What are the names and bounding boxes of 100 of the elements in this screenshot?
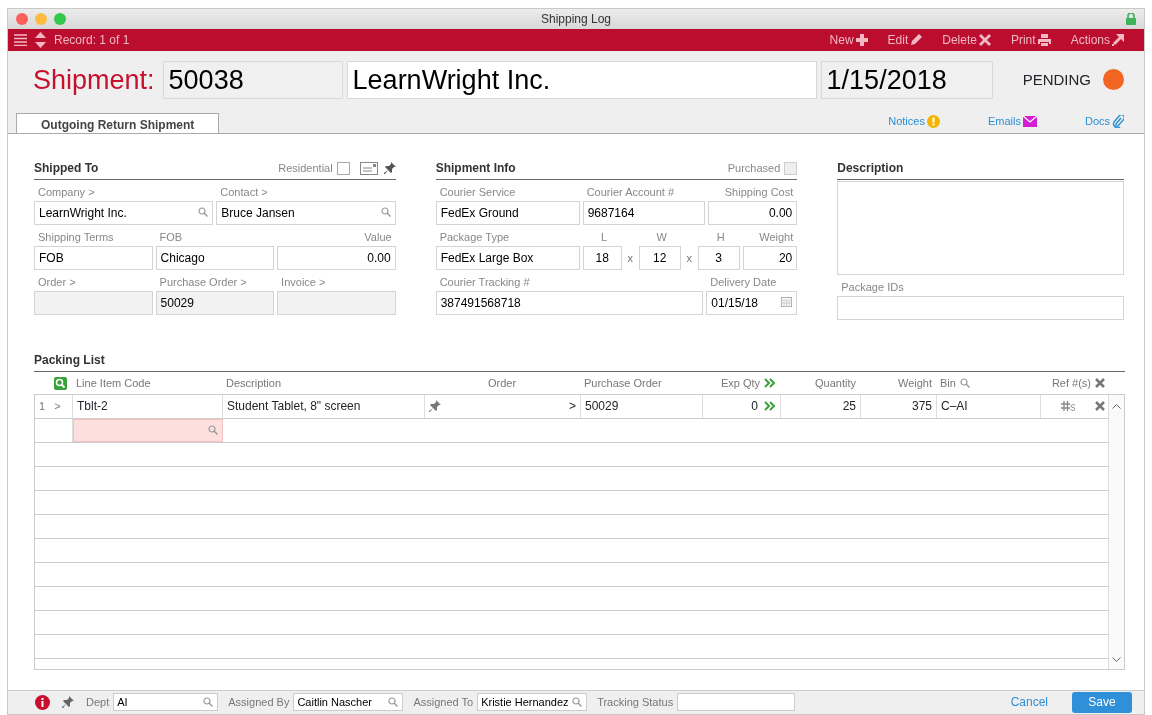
search-icon <box>388 697 399 708</box>
table-cell: 50029 <box>585 398 619 413</box>
text-field[interactable]: AI <box>113 693 219 712</box>
plus-icon <box>855 33 868 46</box>
column-header: Purchase Order <box>584 375 662 391</box>
field-label: Assigned By <box>228 695 290 711</box>
section-title: Shipment Info <box>435 160 517 178</box>
text-field[interactable]: Kristie Hernandez <box>477 693 588 712</box>
alert-icon <box>926 115 940 129</box>
field-label: Courier Account # <box>585 184 676 200</box>
calendar-icon <box>781 296 793 307</box>
toolbar-button[interactable]: Delete <box>942 30 991 49</box>
description-field[interactable] <box>837 180 1124 275</box>
text-field[interactable] <box>677 693 796 712</box>
text-field[interactable]: 3 <box>697 245 740 270</box>
table-cell: C–AI <box>941 398 968 413</box>
column-header: Description <box>226 375 282 391</box>
date-field[interactable]: 1/15/2018 <box>820 60 993 99</box>
column-header: Bin <box>940 375 956 391</box>
column-header: Weight <box>897 375 932 391</box>
zoom-button[interactable] <box>54 12 66 25</box>
expand-arrow[interactable]: > <box>54 394 61 418</box>
field-label: Contact > <box>219 184 269 200</box>
paperclip-icon <box>1112 115 1124 129</box>
text-field[interactable]: Caitlin Nascher <box>293 693 404 712</box>
scroll-down-icon[interactable] <box>1112 656 1121 663</box>
lock-icon <box>1126 12 1136 25</box>
text-field[interactable]: 50029 <box>155 290 275 315</box>
close-icon[interactable] <box>1095 401 1105 412</box>
text-field[interactable]: 387491568718 <box>435 290 704 315</box>
table-cell: Student Tablet, 8" screen <box>227 398 361 413</box>
table-cell-text: 0 <box>751 397 758 415</box>
text-field[interactable]: Bruce Jansen <box>216 200 396 225</box>
text-field[interactable] <box>837 295 1124 320</box>
text-field[interactable]: Chicago <box>155 245 275 270</box>
double-chevron-icon <box>764 401 776 412</box>
text-field[interactable]: FedEx Ground <box>435 200 580 225</box>
text-field[interactable]: FedEx Large Box <box>435 245 580 270</box>
text-field[interactable]: 12 <box>638 245 681 270</box>
shipment-label: Shipment: <box>33 63 155 97</box>
table-cell: 25 <box>842 398 856 413</box>
text-field[interactable]: 01/15/18 <box>706 290 798 315</box>
text-field[interactable]: 9687164 <box>582 200 705 225</box>
row-number: 1 <box>39 398 46 414</box>
link-arrow[interactable]: > <box>569 394 576 418</box>
field-label: Package IDs <box>840 279 905 295</box>
company-field[interactable]: LearnWright Inc. <box>346 60 817 99</box>
info-icon[interactable] <box>35 694 50 710</box>
hash-icon[interactable] <box>1061 400 1075 413</box>
field-label: W <box>655 229 668 245</box>
field-label: Weight <box>758 229 795 245</box>
checkbox[interactable] <box>336 161 350 175</box>
mail-icon <box>1022 116 1037 128</box>
sort-arrows-icon[interactable] <box>35 31 46 48</box>
note-icon[interactable] <box>359 161 378 175</box>
text-field[interactable] <box>34 290 153 315</box>
section-title: Packing List <box>34 352 106 370</box>
field-label: Courier Service <box>438 184 517 200</box>
tab[interactable]: Outgoing Return Shipment <box>16 112 220 133</box>
record-counter: Record: 1 of 1 <box>54 31 130 49</box>
section-title: Description <box>837 160 905 178</box>
text-field[interactable]: 18 <box>582 245 622 270</box>
search-icon <box>208 424 218 435</box>
column-header: Ref #(s) <box>1051 375 1091 391</box>
close-icon[interactable] <box>1095 377 1105 388</box>
toolbar-button[interactable]: New <box>829 30 868 49</box>
field-label: Company > <box>37 184 96 200</box>
text-field[interactable]: 0.00 <box>707 200 798 225</box>
text-field[interactable] <box>73 418 223 442</box>
search-icon[interactable] <box>54 377 67 391</box>
field-label: Purchase Order > <box>158 274 248 290</box>
shipment-number-field[interactable]: 50038 <box>162 60 343 99</box>
pin-icon[interactable] <box>383 162 396 175</box>
pencil-icon <box>910 33 923 46</box>
text-field[interactable] <box>277 290 396 315</box>
column-header: Order <box>487 375 517 391</box>
window-title: Shipping Log <box>540 11 612 26</box>
field-label: Package Type <box>438 229 511 245</box>
column-header: Exp Qty <box>720 375 760 391</box>
checkbox-label: Residential <box>278 161 333 177</box>
table-cell: Tblt-2 <box>77 398 108 413</box>
field-label: Order > <box>37 274 77 290</box>
field-label: Shipping Cost <box>723 184 795 200</box>
field-label: Tracking Status <box>597 695 674 711</box>
section-title: Shipped To <box>34 160 100 178</box>
pin-icon[interactable] <box>62 696 74 709</box>
toolbar-button[interactable]: Actions <box>1070 30 1124 49</box>
printer-icon <box>1037 33 1051 46</box>
times-sign: x <box>685 250 693 266</box>
text-field[interactable]: FOB <box>34 245 153 270</box>
text-field[interactable]: 20 <box>742 245 798 270</box>
toolbar-button[interactable]: Edit <box>887 30 923 49</box>
toolbar-button[interactable]: Print <box>1010 30 1051 49</box>
field-label: H <box>715 229 726 245</box>
text-field[interactable]: LearnWright Inc. <box>34 200 214 225</box>
menu-icon[interactable] <box>14 33 27 46</box>
close-button[interactable] <box>16 12 28 25</box>
text-field[interactable]: 0.00 <box>277 245 396 270</box>
search-icon <box>959 377 970 388</box>
scroll-up-icon[interactable] <box>1112 402 1121 409</box>
